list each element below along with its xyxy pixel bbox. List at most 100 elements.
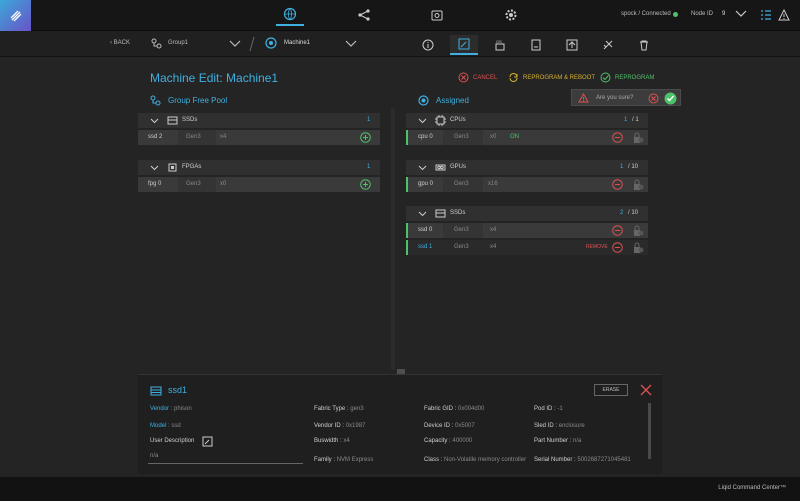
tools-icon: [603, 40, 613, 50]
right-cpus-label: CPUs: [450, 117, 466, 123]
ssd-icon: [167, 116, 178, 125]
cancel-button[interactable]: CANCEL: [458, 72, 497, 83]
vendor-id-field: Vendor ID : 0x1987: [314, 423, 366, 429]
collapse-chevron-icon[interactable]: [418, 165, 427, 171]
page-title: Machine Edit: Machine1: [150, 71, 279, 85]
lock-icon[interactable]: [632, 179, 644, 191]
left-fpgas-header[interactable]: FPGAs 1: [138, 160, 380, 175]
gpu-icon: [435, 164, 446, 171]
device-lanes: x0: [490, 134, 497, 140]
reprogram-reboot-button[interactable]: REPROGRAM & REBOOT: [508, 72, 595, 83]
right-ssds-header[interactable]: SSDs 2 / 10: [406, 206, 648, 221]
device-name: cpu 0: [418, 134, 433, 140]
confirm-cancel-icon[interactable]: [648, 93, 659, 104]
collapse-chevron-icon[interactable]: [150, 165, 159, 171]
machine-selector-label: Machine1: [284, 40, 311, 46]
reprogram-button[interactable]: REPROGRAM: [600, 72, 654, 83]
lock-icon[interactable]: [632, 242, 644, 254]
close-icon[interactable]: [640, 384, 652, 396]
edit-icon: [458, 38, 470, 50]
device-gen: Gen3: [454, 244, 469, 250]
add-device-icon[interactable]: [360, 132, 371, 143]
tab-edit[interactable]: [450, 35, 478, 55]
remove-device-icon[interactable]: [612, 179, 623, 190]
collapse-chevron-icon[interactable]: [418, 118, 427, 124]
edit-pencil-icon[interactable]: [202, 436, 213, 447]
list-item[interactable]: cpu 0 Gen3 x0 ON: [406, 130, 648, 145]
group-pool-icon: [150, 95, 161, 106]
node-id-chevron-down-icon[interactable]: [735, 10, 747, 18]
assigned-title: Assigned: [436, 96, 469, 105]
tab-upload[interactable]: [558, 35, 586, 55]
cancel-label: CANCEL: [473, 74, 498, 81]
assigned-icon: [418, 95, 429, 106]
collapse-chevron-icon[interactable]: [418, 211, 427, 217]
device-lanes: x0: [220, 181, 227, 187]
erase-label: ERASE: [602, 387, 620, 393]
device-gen: Gen3: [186, 181, 201, 187]
nav-storage-icon[interactable]: [423, 4, 451, 26]
lock-icon[interactable]: [632, 132, 644, 144]
back-label: BACK: [113, 40, 131, 46]
detail-scrollbar[interactable]: [648, 403, 651, 459]
left-ssds-count: 1: [367, 117, 371, 123]
group-chevron-down-icon[interactable]: [229, 40, 241, 47]
left-ssds-header[interactable]: SSDs 1: [138, 113, 380, 128]
pod-id-field: Pod ID : -1: [534, 406, 563, 412]
collapse-chevron-icon[interactable]: [150, 118, 159, 124]
nav-globe-icon[interactable]: [276, 4, 304, 26]
liqid-logo[interactable]: [0, 0, 31, 31]
right-cpus-total: / 1: [632, 117, 639, 123]
add-device-icon[interactable]: [360, 179, 371, 190]
tab-device[interactable]: [522, 35, 550, 55]
machine-icon: [265, 37, 277, 49]
trash-icon: [640, 40, 648, 51]
task-list-icon[interactable]: [760, 9, 772, 21]
nav-share-icon[interactable]: [350, 4, 378, 26]
right-ssds-total: / 10: [628, 210, 639, 216]
list-item[interactable]: ssd 2 Gen3 x4: [138, 130, 380, 145]
remove-device-icon[interactable]: [612, 225, 623, 236]
check-circle-icon: [600, 72, 611, 83]
device-lanes: x4: [490, 244, 497, 250]
nav-settings-icon[interactable]: [497, 4, 525, 26]
list-item[interactable]: fpg 0 Gen3 x0: [138, 177, 380, 192]
user-description-input[interactable]: n/a: [150, 453, 158, 459]
machine-chevron-down-icon[interactable]: [345, 40, 357, 47]
list-item[interactable]: ssd 0 Gen3 x4: [406, 223, 648, 238]
remove-device-icon[interactable]: [612, 242, 623, 253]
detail-title: ssd1: [168, 385, 188, 395]
erase-button[interactable]: ERASE: [594, 384, 628, 396]
right-ssds-count: 2: [620, 210, 624, 216]
ssd-icon: [150, 386, 162, 396]
back-button[interactable]: ‹ BACK: [110, 40, 130, 46]
device-gen: Gen3: [454, 134, 469, 140]
buswidth-field: Buswidth : x4: [314, 438, 350, 444]
device-lanes: x16: [488, 181, 498, 187]
right-cpus-header[interactable]: CPUs 1 / 1: [406, 113, 648, 128]
breadcrumb-separator: [249, 36, 255, 52]
ssd-icon: [435, 209, 446, 218]
device-detail-panel: ssd1 ERASE Vendor : phison Model : ssd U…: [138, 374, 662, 474]
tab-info[interactable]: [414, 35, 442, 55]
list-item[interactable]: gpu 0 Gen3 x16: [406, 177, 648, 192]
right-gpus-header[interactable]: GPUs 1 / 10: [406, 160, 648, 175]
device-gen: Gen3: [186, 134, 201, 140]
group-free-pool-title: Group Free Pool: [168, 96, 228, 105]
family-field: Family : NVM Express: [314, 457, 374, 463]
alert-warning-icon[interactable]: [778, 9, 790, 21]
remove-device-icon[interactable]: [612, 132, 623, 143]
right-gpus-total: / 10: [628, 164, 639, 170]
device-gen: Gen3: [454, 227, 469, 233]
list-item-selected[interactable]: ssd 1 Gen3 x4 REMOVE: [406, 240, 648, 255]
lock-icon[interactable]: [632, 225, 644, 237]
device-name: gpu 0: [418, 181, 434, 187]
tab-os[interactable]: OS: [486, 35, 514, 55]
device-lanes: x4: [490, 227, 497, 233]
node-id-label: Node ID: [691, 11, 714, 17]
model-field: Model : ssd: [150, 423, 181, 429]
tab-delete[interactable]: [630, 35, 658, 55]
tab-tools[interactable]: [594, 35, 622, 55]
device-name: ssd 2: [148, 134, 163, 140]
confirm-accept-icon[interactable]: [664, 92, 677, 105]
